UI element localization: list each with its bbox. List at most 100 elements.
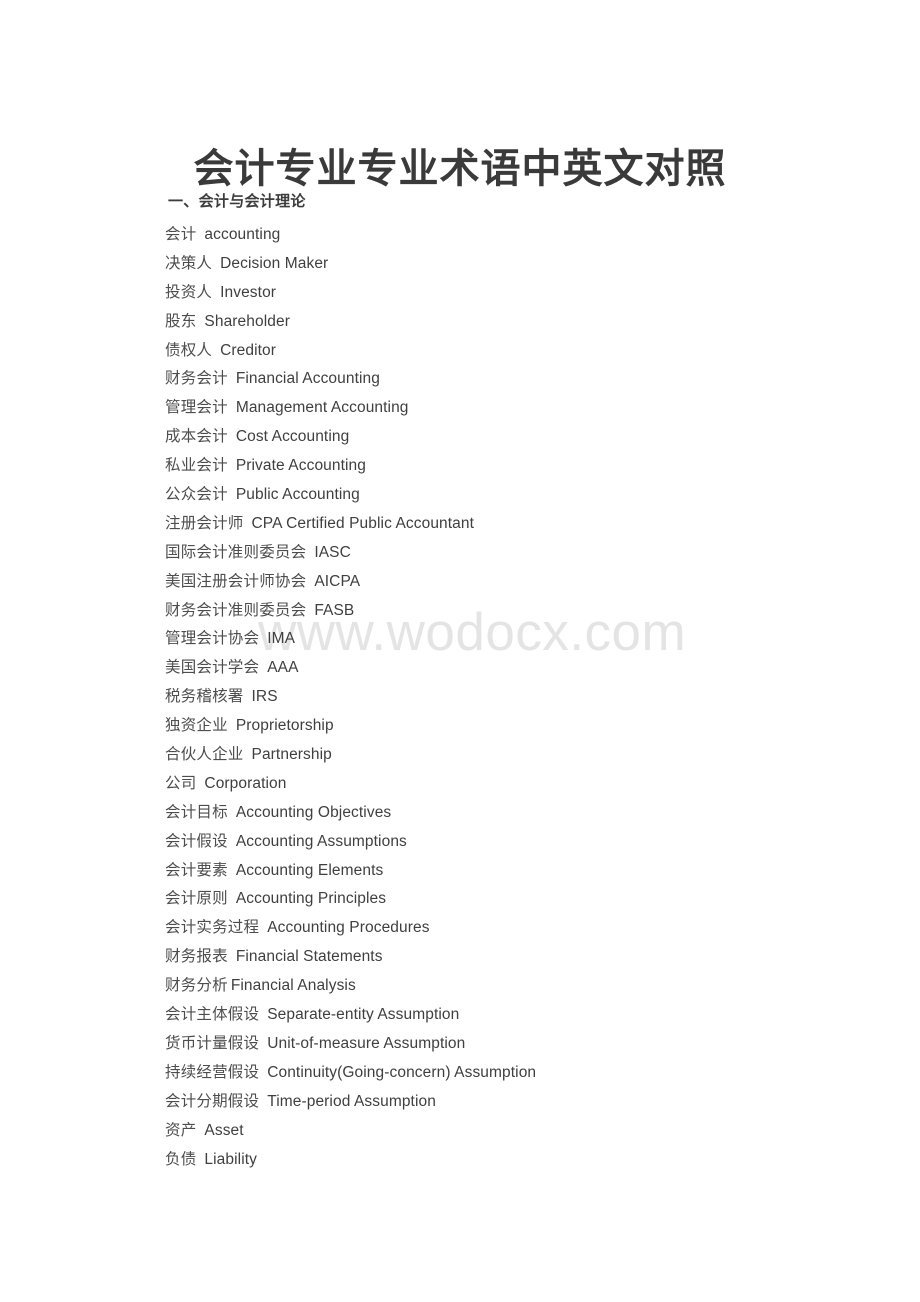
term-chinese: 公众会计 bbox=[165, 485, 228, 504]
term-line: 财务报表 Financial Statements bbox=[165, 942, 885, 971]
document-page: www.wodocx.com 会计专业专业术语中英文对照 一、会计与会计理论 会… bbox=[0, 0, 920, 1302]
term-line: 会计实务过程 Accounting Procedures bbox=[165, 913, 885, 942]
page-title: 会计专业专业术语中英文对照 bbox=[193, 145, 727, 191]
term-chinese: 会计 bbox=[165, 225, 197, 243]
term-english: Investor bbox=[220, 283, 277, 301]
term-chinese: 私业会计 bbox=[165, 456, 228, 475]
term-english: Proprietorship bbox=[235, 717, 334, 735]
term-chinese: 会计要素 bbox=[165, 860, 228, 879]
term-chinese: 债权人 bbox=[165, 340, 213, 359]
term-line: 持续经营假设 Continuity(Going-concern) Assumpti… bbox=[165, 1058, 885, 1087]
term-line: 财务会计准则委员会 FASB bbox=[165, 596, 885, 625]
term-line: 负债 Liability bbox=[165, 1145, 885, 1174]
term-english: Asset bbox=[204, 1121, 244, 1139]
term-chinese: 合伙人企业 bbox=[165, 745, 244, 764]
term-chinese: 美国会计学会 bbox=[165, 658, 260, 677]
term-english: FASB bbox=[314, 601, 355, 619]
term-line: 财务分析 Financial Analysis bbox=[165, 971, 885, 1000]
term-english: Management Accounting bbox=[235, 399, 409, 417]
term-chinese: 会计假设 bbox=[165, 831, 228, 850]
term-chinese: 财务会计 bbox=[165, 369, 228, 388]
term-line: 投资人 Investor bbox=[165, 278, 885, 307]
term-chinese: 持续经营假设 bbox=[165, 1062, 260, 1081]
term-chinese: 会计实务过程 bbox=[165, 918, 260, 937]
term-chinese: 税务稽核署 bbox=[165, 687, 244, 706]
term-line: 会计原则 Accounting Principles bbox=[165, 884, 885, 913]
term-chinese: 管理会计协会 bbox=[165, 629, 260, 648]
term-english: Cost Accounting bbox=[235, 428, 350, 446]
term-english: Separate-entity Assumption bbox=[267, 1006, 460, 1024]
term-chinese: 会计原则 bbox=[165, 889, 228, 908]
term-english: AICPA bbox=[314, 572, 361, 590]
term-chinese: 国际会计准则委员会 bbox=[165, 542, 307, 561]
term-english: accounting bbox=[204, 226, 281, 243]
term-english: Continuity(Going-concern) Assumption bbox=[267, 1063, 537, 1081]
term-chinese: 注册会计师 bbox=[165, 513, 244, 532]
term-chinese: 财务分析 bbox=[165, 976, 228, 995]
term-english: Shareholder bbox=[204, 312, 290, 330]
term-line: 合伙人企业 Partnership bbox=[165, 740, 885, 769]
term-english: Corporation bbox=[204, 774, 287, 792]
term-english: Accounting Elements bbox=[235, 861, 384, 879]
term-chinese: 负债 bbox=[165, 1149, 197, 1168]
term-line: 债权人 Creditor bbox=[165, 336, 885, 365]
term-line: 资产 Asset bbox=[165, 1116, 885, 1145]
term-english: Creditor bbox=[220, 341, 277, 359]
term-line: 决策人 Decision Maker bbox=[165, 249, 885, 278]
term-chinese: 财务会计准则委员会 bbox=[165, 600, 307, 619]
term-line: 会计目标 Accounting Objectives bbox=[165, 798, 885, 827]
term-chinese: 投资人 bbox=[165, 282, 213, 301]
term-english: Private Accounting bbox=[235, 457, 366, 475]
term-english: Unit-of-measure Assumption bbox=[267, 1034, 466, 1052]
term-chinese: 成本会计 bbox=[165, 427, 228, 446]
term-line: 会计主体假设 Separate-entity Assumption bbox=[165, 1000, 885, 1029]
term-line: 美国注册会计师协会 AICPA bbox=[165, 567, 885, 596]
term-chinese: 股东 bbox=[165, 311, 197, 330]
term-line: 注册会计师 CPA Certified Public Accountant bbox=[165, 509, 885, 538]
term-line: 管理会计 Management Accounting bbox=[165, 393, 885, 422]
term-english: IASC bbox=[314, 543, 351, 561]
term-english: IRS bbox=[251, 688, 278, 706]
term-english: Accounting Procedures bbox=[267, 919, 430, 937]
term-line: 公众会计 Public Accounting bbox=[165, 480, 885, 509]
term-english: Accounting Principles bbox=[235, 890, 387, 908]
term-list: 会计 accounting 决策人 Decision Maker 投资人 Investor… bbox=[165, 220, 885, 1173]
term-line: 独资企业 Proprietorship bbox=[165, 711, 885, 740]
term-english: Partnership bbox=[251, 746, 332, 764]
term-line: 财务会计 Financial Accounting bbox=[165, 364, 885, 393]
term-chinese: 会计分期假设 bbox=[165, 1091, 260, 1110]
term-chinese: 独资企业 bbox=[165, 716, 228, 735]
term-chinese: 美国注册会计师协会 bbox=[165, 571, 307, 590]
term-chinese: 决策人 bbox=[165, 253, 213, 272]
term-line: 会计假设 Accounting Assumptions bbox=[165, 827, 885, 856]
term-english: CPA Certified Public Accountant bbox=[251, 514, 475, 532]
term-chinese: 公司 bbox=[165, 773, 197, 792]
term-line: 成本会计 Cost Accounting bbox=[165, 422, 885, 451]
term-chinese: 管理会计 bbox=[165, 398, 228, 417]
term-english: Time-period Assumption bbox=[267, 1092, 436, 1110]
term-line: 货币计量假设 Unit-of-measure Assumption bbox=[165, 1029, 885, 1058]
term-chinese: 财务报表 bbox=[165, 947, 228, 966]
term-line: 会计分期假设 Time-period Assumption bbox=[165, 1087, 885, 1116]
term-english: Decision Maker bbox=[220, 254, 329, 272]
term-english: Accounting Objectives bbox=[235, 803, 392, 821]
section-heading: 一、会计与会计理论 bbox=[168, 193, 306, 210]
term-english: Financial Statements bbox=[235, 948, 383, 966]
term-english: Financial Analysis bbox=[230, 977, 356, 995]
term-chinese: 资产 bbox=[165, 1120, 197, 1139]
term-chinese: 会计主体假设 bbox=[165, 1005, 260, 1024]
term-english: Financial Accounting bbox=[235, 370, 380, 388]
term-line: 美国会计学会 AAA bbox=[165, 653, 885, 682]
term-line: 税务稽核署 IRS bbox=[165, 682, 885, 711]
term-english: Accounting Assumptions bbox=[235, 832, 407, 850]
term-line: 公司 Corporation bbox=[165, 769, 885, 798]
term-english: Liability bbox=[204, 1150, 257, 1168]
term-line: 股东 Shareholder bbox=[165, 307, 885, 336]
term-line: 国际会计准则委员会 IASC bbox=[165, 538, 885, 567]
term-english: IMA bbox=[267, 630, 296, 648]
term-line: 管理会计协会 IMA bbox=[165, 624, 885, 653]
term-english: AAA bbox=[267, 659, 299, 677]
term-line: 会计要素 Accounting Elements bbox=[165, 856, 885, 885]
term-chinese: 会计目标 bbox=[165, 802, 228, 821]
term-chinese: 货币计量假设 bbox=[165, 1033, 260, 1052]
